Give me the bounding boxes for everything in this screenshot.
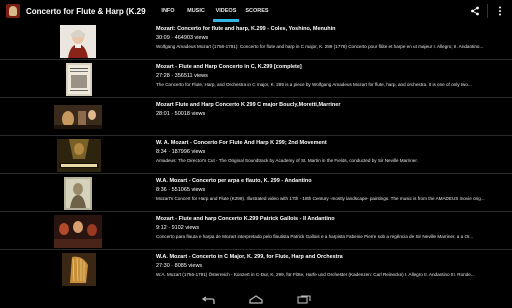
tab-videos[interactable]: VIDEOS: [210, 0, 242, 22]
video-views: 9102 views: [171, 225, 200, 231]
recents-icon: [297, 295, 311, 304]
video-duration: 27:30: [156, 263, 170, 269]
video-meta: 9:12 · 9102 views: [156, 225, 200, 231]
video-title: Mozart - Flute and harp Concerto K.299 P…: [156, 216, 335, 222]
video-row[interactable]: Mozart: Concerto for flute and harp, K.2…: [0, 23, 512, 60]
back-icon: [201, 295, 215, 304]
video-title: Mozart Flute and Harp Concerto K 299 C m…: [156, 102, 341, 108]
video-description: Wolfgang Amadeus Mozart (1756-1791): Con…: [156, 44, 484, 49]
video-title: W.A. Mozart - Concerto in C Major, K. 29…: [156, 254, 343, 260]
video-duration: 8:36: [156, 187, 167, 193]
portrait-image: [60, 25, 96, 58]
overflow-menu-icon: [499, 6, 501, 16]
movie-poster-image: [57, 139, 101, 172]
video-description: Amadeus: The Director's Cut - The Origin…: [156, 158, 418, 163]
back-button[interactable]: [195, 291, 221, 308]
overflow-menu-button[interactable]: [488, 0, 512, 22]
video-meta: 30:09 · 464903 views: [156, 35, 209, 41]
video-title: W. A. Mozart - Concerto For Flute And Ha…: [156, 140, 327, 146]
video-thumbnail[interactable]: [60, 25, 96, 58]
app-title: Concerto for Flute & Harp (K.299): [26, 6, 146, 16]
video-title: W.A. Mozart - Concerto per arpa e flauto…: [156, 178, 312, 184]
video-thumbnail[interactable]: [64, 177, 92, 210]
video-meta: 27:30 · 8085 views: [156, 263, 203, 269]
video-duration: 27:28: [156, 73, 170, 79]
recents-button[interactable]: [291, 291, 317, 308]
video-views: 50018 views: [174, 111, 206, 117]
video-thumbnail[interactable]: [54, 105, 102, 129]
orchestra-image: [54, 215, 102, 248]
video-row[interactable]: W. A. Mozart - Concerto For Flute And Ha…: [0, 137, 512, 174]
tab-info[interactable]: INFO: [154, 0, 182, 22]
video-description: Mozart's Concert for Harp and Flute (K29…: [156, 196, 485, 201]
video-row[interactable]: W.A. Mozart - Concerto in C Major, K. 29…: [0, 251, 512, 288]
video-views: 356511 views: [174, 73, 208, 79]
tab-bar: INFO MUSIC VIDEOS SCORES: [154, 0, 272, 22]
video-thumbnail[interactable]: [62, 253, 96, 286]
video-views: 187996 views: [171, 149, 206, 155]
video-row[interactable]: Mozart - Flute and harp Concerto K.299 P…: [0, 213, 512, 250]
video-title: Mozart - Flute and Harp Concerto in C, K…: [156, 64, 302, 70]
action-bar: Concerto for Flute & Harp (K.299) INFO M…: [0, 0, 512, 22]
video-row[interactable]: W.A. Mozart - Concerto per arpa e flauto…: [0, 175, 512, 212]
video-views: 551065 views: [171, 187, 206, 193]
video-row[interactable]: Mozart - Flute and Harp Concerto in C, K…: [0, 61, 512, 98]
harp-image: [62, 253, 96, 286]
painting-image: [64, 177, 92, 210]
video-views: 8085 views: [174, 263, 203, 269]
video-duration: 8:34: [156, 149, 167, 155]
video-duration: 28:01: [156, 111, 170, 117]
video-views: 464903 views: [174, 35, 209, 41]
video-title: Mozart: Concerto for flute and harp, K.2…: [156, 26, 336, 32]
video-description: The Concerto for Flute, Harp, and Orches…: [156, 82, 472, 87]
share-icon: [471, 6, 479, 16]
video-row[interactable]: Mozart Flute and Harp Concerto K 299 C m…: [0, 99, 512, 136]
video-meta: 27:28 · 356511 views: [156, 73, 208, 79]
app-icon[interactable]: [6, 4, 20, 18]
video-thumbnail[interactable]: [57, 139, 101, 172]
home-icon: [249, 295, 263, 304]
video-meta: 8:36 · 551065 views: [156, 187, 206, 193]
concert-image: [54, 105, 102, 129]
video-description: W.A. Mozart (1756-1791) Österreich - Kon…: [156, 272, 475, 277]
score-cover-image: [66, 63, 92, 96]
tab-scores[interactable]: SCORES: [242, 0, 272, 22]
video-thumbnail[interactable]: [54, 215, 102, 248]
share-button[interactable]: [463, 0, 487, 22]
tab-music[interactable]: MUSIC: [182, 0, 210, 22]
system-nav-bar: [0, 291, 512, 308]
home-button[interactable]: [243, 291, 269, 308]
video-thumbnail[interactable]: [66, 63, 92, 96]
video-duration: 30:09: [156, 35, 170, 41]
video-meta: 28:01 · 50018 views: [156, 111, 206, 117]
video-meta: 8:34 · 187996 views: [156, 149, 206, 155]
video-description: Concerto para flauta e harpa de Mozart i…: [156, 234, 474, 239]
video-duration: 9:12: [156, 225, 167, 231]
